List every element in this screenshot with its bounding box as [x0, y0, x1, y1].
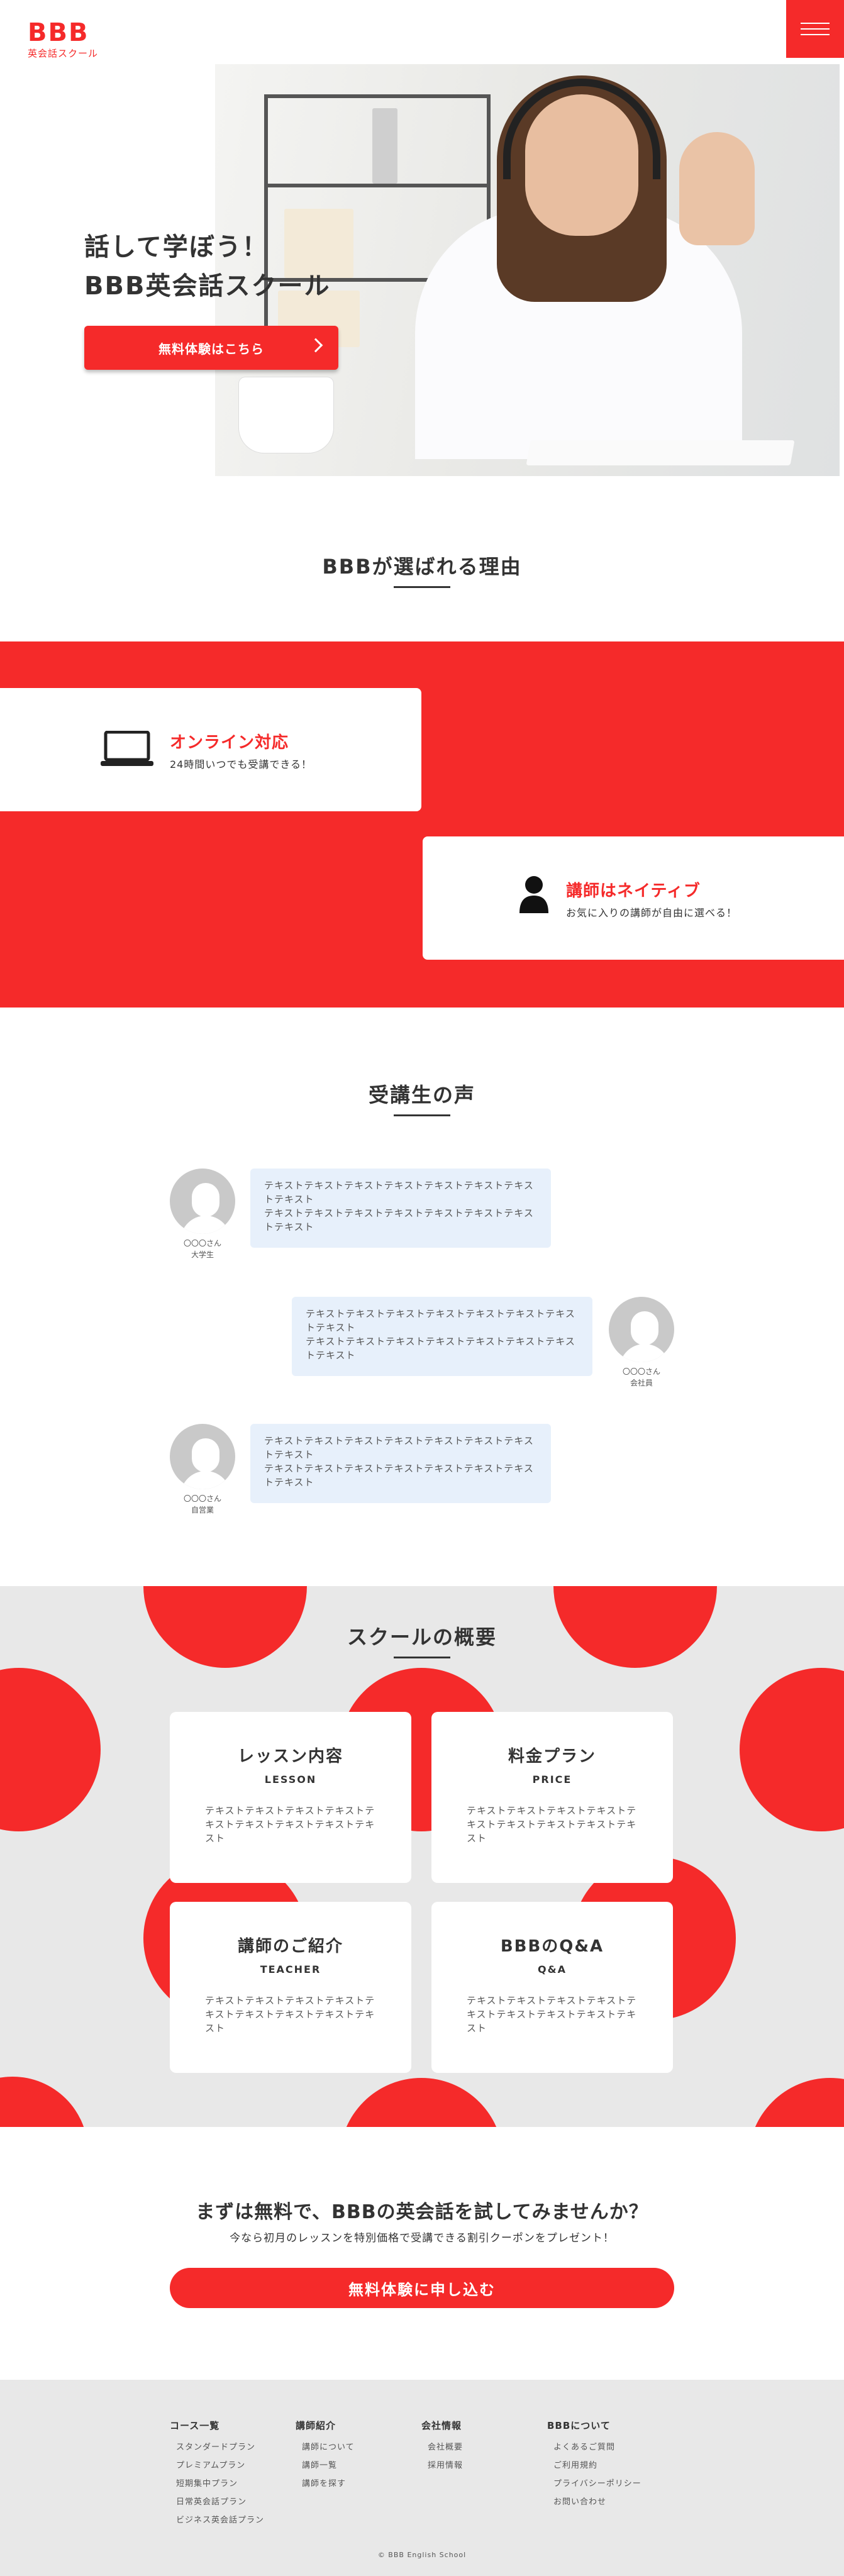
- overview-card-lesson[interactable]: レッスン内容 LESSON テキストテキストテキストテキストテキストテキストテキ…: [170, 1712, 411, 1883]
- logo-main-text: BBB: [28, 18, 89, 47]
- avatar: [609, 1297, 674, 1362]
- reasons-title: BBBが選ばれる理由: [322, 555, 522, 579]
- title-underline: [394, 1114, 450, 1116]
- overview-title: スクールの概要: [347, 1625, 497, 1649]
- overview-card-teacher[interactable]: 講師のご紹介 TEACHER テキストテキストテキストテキストテキストテキストテ…: [170, 1902, 411, 2073]
- reason-title: オンライン対応: [170, 733, 289, 752]
- free-trial-button-label: 無料体験はこちら: [158, 341, 264, 357]
- overview-card-price[interactable]: 料金プラン PRICE テキストテキストテキストテキストテキストテキストテキスト…: [431, 1712, 673, 1883]
- footer-link[interactable]: プレミアムプラン: [170, 2457, 264, 2475]
- footer-link[interactable]: よくあるご質問: [547, 2438, 641, 2457]
- title-underline: [394, 586, 450, 588]
- cta-heading: まずは無料で、BBBの英会話を試してみませんか？: [196, 2201, 648, 2223]
- site-header: BBB 英会話スクール: [0, 0, 844, 60]
- footer-column-about: BBBについて よくあるご質問 ご利用規約 プライバシーポリシー お問い合わせ: [547, 2419, 641, 2511]
- footer-link[interactable]: 会社概要: [421, 2438, 463, 2457]
- avatar: [170, 1169, 235, 1234]
- reason-title: 講師はネイティブ: [566, 882, 701, 901]
- hamburger-menu-button[interactable]: [786, 0, 844, 58]
- site-logo[interactable]: BBB 英会話スクール: [28, 20, 98, 60]
- reason-card-online: オンライン対応 24時間いつでも受講できる！: [0, 688, 421, 811]
- overview-card-qa[interactable]: BBBのQ&A Q&A テキストテキストテキストテキストテキストテキストテキスト…: [431, 1902, 673, 2073]
- cta-subtext: 今なら初月のレッスンを特別価格で受講できる割引クーポンをプレゼント！: [230, 2232, 614, 2245]
- avatar: [170, 1424, 235, 1489]
- hero-heading-line1: 話して学ぼう！: [84, 233, 269, 262]
- footer-column-courses: コース一覧 スタンダードプラン プレミアムプラン 短期集中プラン 日常英会話プラ…: [170, 2419, 264, 2529]
- free-trial-button[interactable]: 無料体験はこちら: [84, 326, 338, 370]
- footer-link[interactable]: 講師一覧: [296, 2457, 355, 2475]
- logo-sub-text: 英会話スクール: [28, 48, 99, 59]
- footer-link[interactable]: 採用情報: [421, 2457, 463, 2475]
- site-footer: コース一覧 スタンダードプラン プレミアムプラン 短期集中プラン 日常英会話プラ…: [0, 2380, 844, 2576]
- footer-link[interactable]: 講師について: [296, 2438, 355, 2457]
- overview-section: スクールの概要 レッスン内容 LESSON テキストテキストテキストテキストテキ…: [0, 1586, 844, 2127]
- footer-link[interactable]: ビジネス英会話プラン: [170, 2511, 264, 2529]
- laptop-icon: [101, 731, 153, 766]
- copyright: © BBB English School: [377, 2551, 467, 2559]
- voice-name: 〇〇〇さん 自営業: [183, 1494, 221, 1514]
- voices-title: 受講生の声: [368, 1083, 475, 1107]
- chevron-right-icon: [308, 338, 323, 353]
- person-icon: [519, 876, 548, 913]
- footer-link[interactable]: プライバシーポリシー: [547, 2475, 641, 2493]
- voice-name: 〇〇〇さん 会社員: [622, 1367, 660, 1387]
- footer-link[interactable]: 日常英会話プラン: [170, 2493, 264, 2511]
- hero-heading-line2: BBB英会話スクール: [84, 272, 331, 301]
- footer-link[interactable]: 講師を探す: [296, 2475, 355, 2493]
- hero-heading: 話して学ぼう！ BBB英会話スクール: [84, 228, 330, 306]
- footer-link[interactable]: お問い合わせ: [547, 2493, 641, 2511]
- footer-link[interactable]: スタンダードプラン: [170, 2438, 264, 2457]
- reason-desc: お気に入りの講師が自由に選べる！: [566, 907, 738, 919]
- footer-column-teachers: 講師紹介 講師について 講師一覧 講師を探す: [296, 2419, 355, 2493]
- hamburger-icon: [801, 23, 830, 24]
- voice-bubble: テキストテキストテキストテキストテキストテキストテキストテキスト テキストテキスト…: [250, 1424, 551, 1503]
- reason-desc: 24時間いつでも受講できる！: [170, 758, 313, 770]
- footer-link[interactable]: 短期集中プラン: [170, 2475, 264, 2493]
- footer-column-company: 会社情報 会社概要 採用情報: [421, 2419, 463, 2475]
- apply-free-trial-label: 無料体験に申し込む: [348, 2280, 496, 2299]
- voice-name: 〇〇〇さん 大学生: [183, 1239, 221, 1259]
- voice-bubble: テキストテキストテキストテキストテキストテキストテキストテキスト テキストテキスト…: [292, 1297, 592, 1376]
- voice-bubble: テキストテキストテキストテキストテキストテキストテキストテキスト テキストテキスト…: [250, 1169, 551, 1248]
- apply-free-trial-button[interactable]: 無料体験に申し込む: [170, 2268, 674, 2308]
- reason-card-native: 講師はネイティブ お気に入りの講師が自由に選べる！: [423, 836, 844, 960]
- title-underline: [394, 1657, 450, 1658]
- footer-link[interactable]: ご利用規約: [547, 2457, 641, 2475]
- reasons-section: オンライン対応 24時間いつでも受講できる！ 講師はネイティブ お気に入りの講師…: [0, 641, 844, 1008]
